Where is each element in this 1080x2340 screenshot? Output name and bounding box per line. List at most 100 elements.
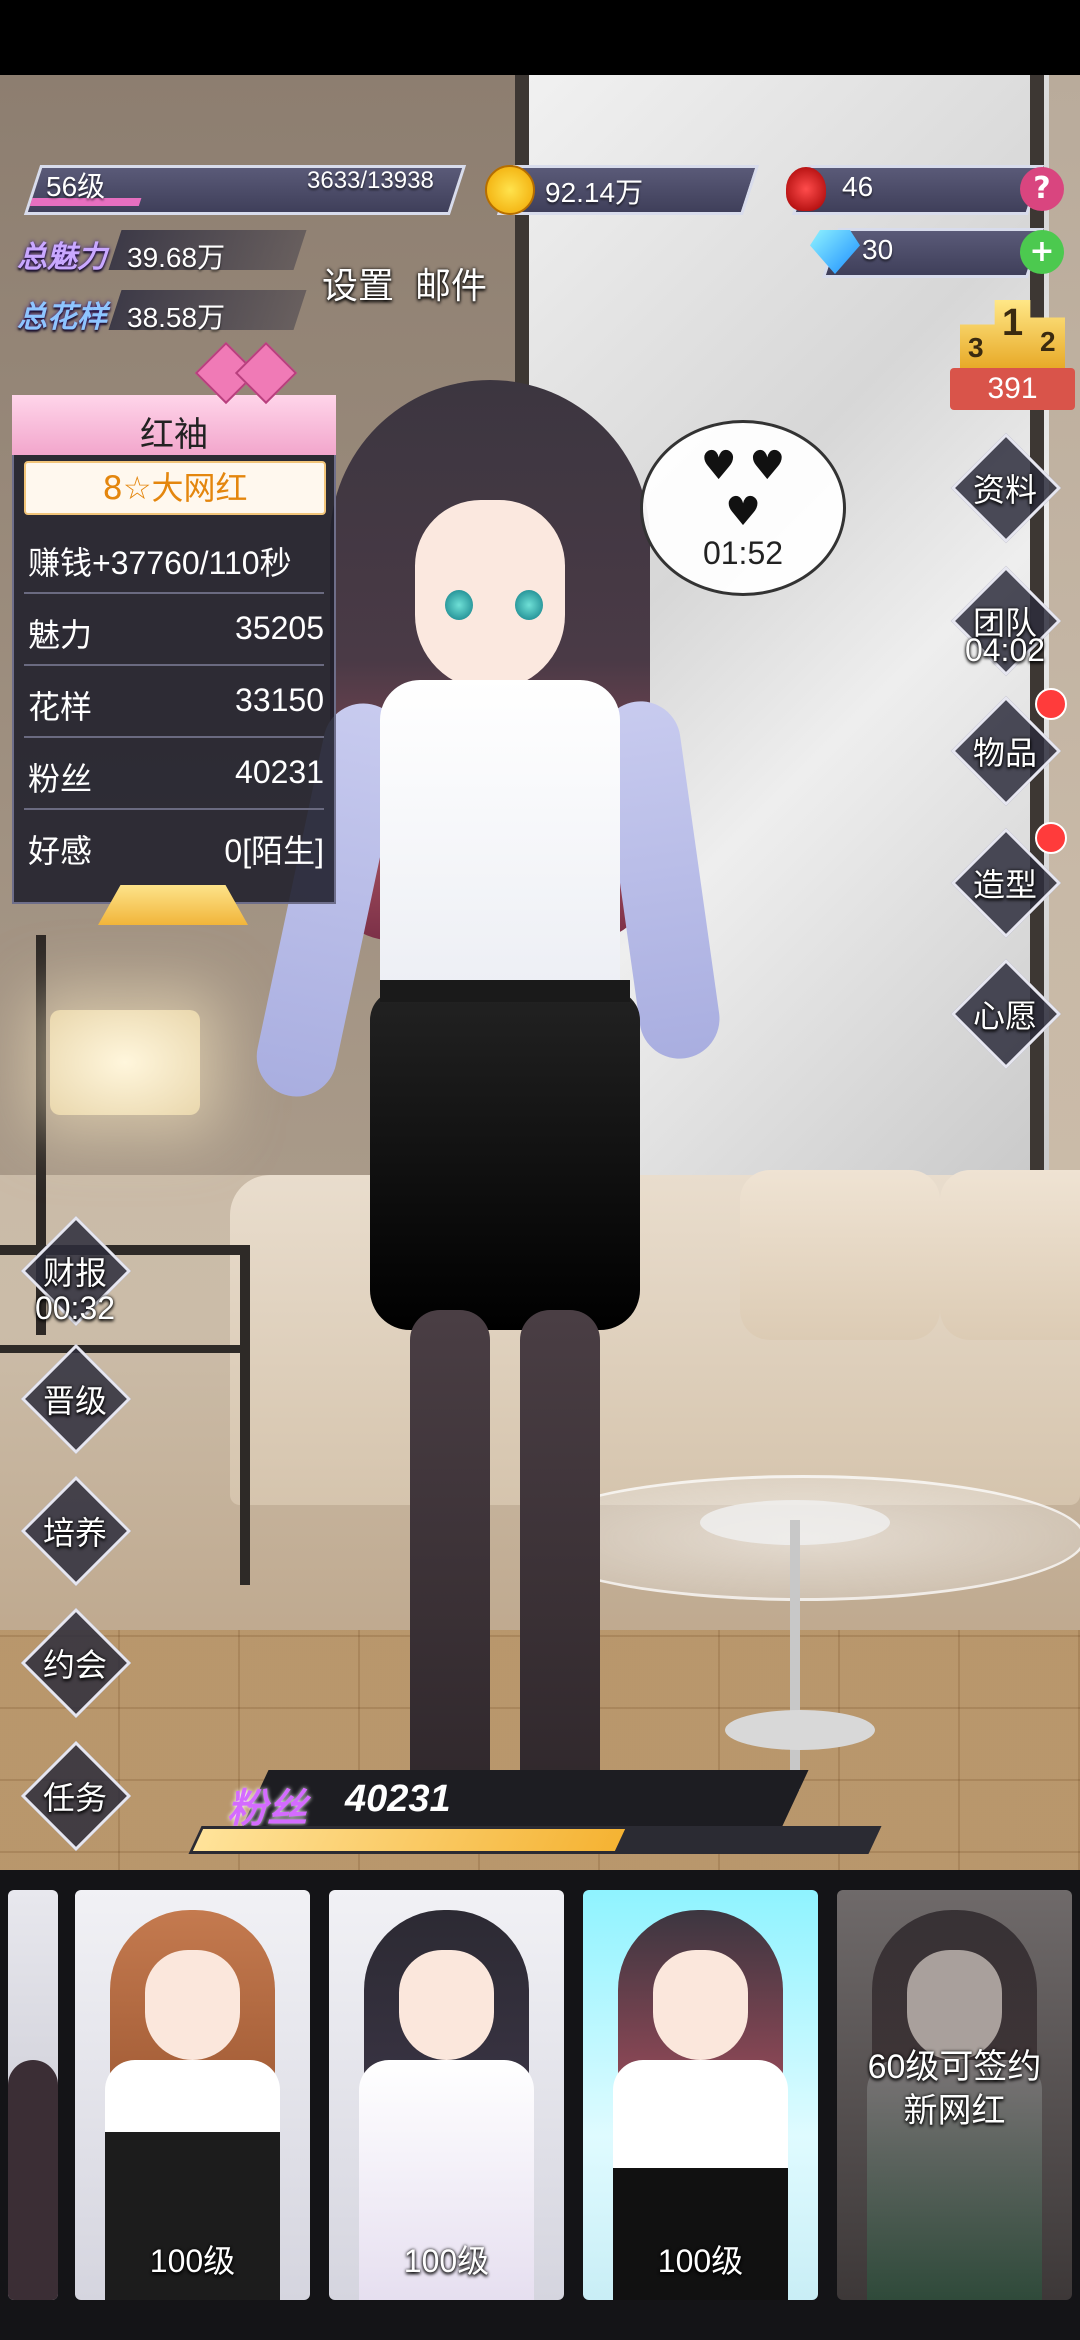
- total-skill-value: 38.58万: [127, 302, 226, 333]
- total-skill-label: 总花样: [17, 301, 107, 334]
- hearts-icon: ♥ ♥ ♥: [700, 443, 786, 535]
- fans-progress: 粉丝 40231: [188, 1770, 885, 1870]
- character-eye: [445, 590, 473, 620]
- fans-bar-value: 40231: [345, 1778, 451, 1820]
- fans-value: 40231: [235, 754, 324, 790]
- bubble-timer: 01:52: [702, 535, 784, 571]
- profile-button[interactable]: 资料: [950, 432, 1062, 544]
- lock-line-1: 60级可签约: [867, 2048, 1042, 2086]
- styling-label: 造型: [972, 867, 1037, 903]
- speech-bubble[interactable]: ♥ ♥ ♥ 01:52: [640, 420, 846, 596]
- podium-second: 2: [1040, 326, 1056, 357]
- report-timer: 00:32: [34, 1290, 116, 1326]
- help-button[interactable]: ?: [1020, 167, 1064, 211]
- roses-value: 46: [842, 171, 874, 202]
- lamp-shade: [50, 1010, 200, 1115]
- total-charm-value: 39.68万: [127, 242, 226, 273]
- lock-line-2: 新网红: [903, 2092, 1006, 2130]
- coins-value: 92.14万: [545, 177, 644, 208]
- card-level: 100级: [403, 2243, 490, 2279]
- income-row: 赚钱+37760/110秒: [24, 522, 324, 594]
- skill-row: 花样 33150: [24, 666, 324, 738]
- promote-button[interactable]: 晋级: [20, 1343, 132, 1455]
- roses-display[interactable]: 46 ?: [780, 165, 1070, 215]
- level-bar[interactable]: 56级 3633/13938: [22, 165, 472, 215]
- date-button[interactable]: 约会: [20, 1607, 132, 1719]
- team-button[interactable]: 团队 04:02: [950, 565, 1062, 677]
- ranking-value: 391: [950, 368, 1075, 410]
- fans-fill: [192, 1829, 626, 1851]
- report-button[interactable]: 财报 00:32: [20, 1215, 132, 1327]
- character-shirt: [380, 680, 620, 1000]
- profile-label: 资料: [972, 472, 1037, 508]
- items-label: 物品: [972, 735, 1037, 771]
- panel-header: 红袖: [12, 341, 336, 455]
- lock-condition-text: 60级可签约 新网红: [837, 2045, 1072, 2133]
- total-charm: 总魅力 39.68万: [15, 230, 307, 274]
- date-label: 约会: [42, 1647, 107, 1683]
- add-diamonds-button[interactable]: +: [1020, 230, 1064, 274]
- wish-label: 心愿: [972, 998, 1037, 1034]
- card-level: 100级: [149, 2243, 236, 2279]
- podium-third: 3: [968, 332, 984, 363]
- roses-frame: [791, 165, 1045, 215]
- character-info-panel: 红袖 8☆大网红 赚钱+37760/110秒 魅力 35205 花样 33150…: [12, 341, 336, 904]
- character-belt: [380, 980, 630, 1002]
- affection-value: 0[陌生]: [224, 833, 324, 869]
- locked-character-card[interactable]: 60级可签约 新网红: [837, 1890, 1072, 2300]
- character-face: [415, 500, 565, 690]
- charm-label: 魅力: [28, 617, 93, 653]
- income-label: 赚钱+37760/110秒: [28, 545, 292, 581]
- character-card[interactable]: 100级: [75, 1890, 310, 2300]
- diamonds-display[interactable]: 30 +: [810, 228, 1070, 278]
- card-level: 100级: [657, 2243, 744, 2279]
- character-name: 红袖: [140, 415, 208, 455]
- total-charm-label: 总魅力: [17, 241, 107, 274]
- report-label: 财报: [42, 1255, 107, 1291]
- task-label: 任务: [42, 1780, 107, 1816]
- character-eye: [515, 590, 543, 620]
- promote-label: 晋级: [42, 1383, 107, 1419]
- sofa-cushion: [940, 1170, 1080, 1340]
- character-card-selected[interactable]: 100级: [583, 1890, 818, 2300]
- charm-value: 35205: [235, 610, 324, 646]
- character-card[interactable]: 100级: [329, 1890, 564, 2300]
- character-skirt: [370, 990, 640, 1330]
- fans-label: 粉丝: [28, 761, 93, 797]
- wish-button[interactable]: 心愿: [950, 958, 1062, 1070]
- styling-notification-dot: [1035, 822, 1067, 854]
- card-face: [145, 1950, 240, 2060]
- total-skill: 总花样 38.58万: [15, 290, 307, 334]
- podium-icon: 3 1 2: [960, 300, 1065, 370]
- coins-display[interactable]: 92.14万: [485, 165, 765, 215]
- mail-button[interactable]: 邮件: [415, 257, 487, 309]
- fans-track: [188, 1826, 882, 1854]
- card-figure: [8, 2060, 58, 2300]
- diamonds-value: 30: [862, 234, 894, 265]
- character-card-partial[interactable]: [8, 1890, 58, 2300]
- card-face: [653, 1950, 748, 2060]
- bow-icon: [194, 341, 298, 405]
- character-rank: 8☆大网红: [24, 461, 326, 515]
- card-face: [399, 1950, 494, 2060]
- team-timer: 04:02: [964, 632, 1046, 668]
- collapse-panel-tab[interactable]: [98, 885, 248, 925]
- train-button[interactable]: 培养: [20, 1475, 132, 1587]
- task-button[interactable]: 任务: [20, 1740, 132, 1852]
- skill-value: 33150: [235, 682, 324, 718]
- character-leg: [410, 1310, 490, 1810]
- items-notification-dot: [1035, 688, 1067, 720]
- rose-icon: [786, 167, 826, 211]
- diamonds-frame: [821, 228, 1045, 278]
- exp-text: 3633/13938: [307, 167, 434, 194]
- fans-row: 粉丝 40231: [24, 738, 324, 810]
- fans-label-bg: [241, 1770, 809, 1828]
- character-illustration[interactable]: [249, 380, 725, 1880]
- ranking-badge[interactable]: 3 1 2 391: [950, 290, 1075, 420]
- settings-button[interactable]: 设置: [322, 257, 394, 309]
- coin-icon: [485, 165, 535, 215]
- charm-row: 魅力 35205: [24, 594, 324, 666]
- podium-first: 1: [1002, 302, 1024, 344]
- card-face: [907, 1950, 1002, 2060]
- level-label: 56级: [46, 171, 106, 202]
